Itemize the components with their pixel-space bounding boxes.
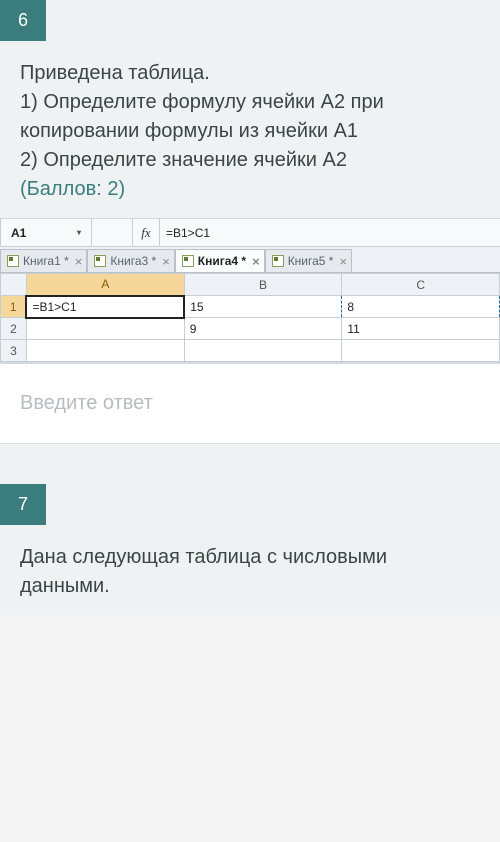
close-icon[interactable]: ×: [75, 254, 83, 269]
select-all-corner: [1, 274, 27, 296]
q6-part2: 2) Определите значение ячейки А2: [20, 146, 480, 175]
question-number-badge: 6: [0, 0, 46, 41]
workbook-tab-strip: Книга1 * × Книга3 * × Книга4 * × Книга5 …: [0, 247, 500, 273]
answer-input[interactable]: Введите ответ: [0, 363, 500, 444]
cell-b2: 9: [184, 318, 342, 340]
fx-icon: fx: [133, 225, 159, 241]
formula-bar-value: =B1>C1: [160, 226, 500, 240]
col-header-a: A: [26, 274, 184, 296]
close-icon[interactable]: ×: [252, 254, 260, 269]
q7-intro: Дана следующая таблица с числовыми данны…: [20, 543, 480, 601]
name-box: A1 ▾: [1, 226, 91, 240]
col-header-c: C: [342, 274, 500, 296]
workbook-tab-3-active[interactable]: Книга4 * ×: [175, 249, 265, 273]
chevron-down-icon: ▾: [77, 228, 81, 237]
close-icon[interactable]: ×: [339, 254, 347, 269]
points-label: (Баллов: 2): [20, 175, 480, 204]
q6-intro: Приведена таблица.: [20, 59, 480, 88]
excel-file-icon: [182, 255, 194, 267]
close-icon[interactable]: ×: [162, 254, 170, 269]
workbook-tab-4[interactable]: Книга5 * ×: [265, 249, 352, 273]
excel-file-icon: [272, 255, 284, 267]
question-7: 7 Дана следующая таблица с числовыми дан…: [0, 484, 500, 615]
cell-b1: 15: [184, 296, 342, 318]
row-header-1: 1: [1, 296, 27, 318]
excel-file-icon: [94, 255, 106, 267]
row-header-3: 3: [1, 340, 27, 362]
cell-c1: 8: [342, 296, 500, 318]
cell-a3: [26, 340, 184, 362]
formula-bar: A1 ▾ fx =B1>C1: [0, 219, 500, 247]
cell-a1: =B1>C1: [26, 296, 184, 318]
col-header-b: B: [184, 274, 342, 296]
spreadsheet-grid: A B C 1 =B1>C1 15 8 2 9 11 3: [0, 273, 500, 362]
cell-c3: [342, 340, 500, 362]
excel-file-icon: [7, 255, 19, 267]
cell-c2: 11: [342, 318, 500, 340]
question-text: Приведена таблица. 1) Определите формулу…: [0, 41, 500, 218]
spreadsheet-image: A1 ▾ fx =B1>C1 Книга1 * × Книга3 *: [0, 218, 500, 363]
question-number-badge: 7: [0, 484, 46, 525]
question-text: Дана следующая таблица с числовыми данны…: [0, 525, 500, 615]
workbook-tab-1[interactable]: Книга1 * ×: [0, 249, 87, 273]
name-box-value: A1: [11, 226, 26, 240]
row-header-2: 2: [1, 318, 27, 340]
question-6: 6 Приведена таблица. 1) Определите форму…: [0, 0, 500, 444]
q6-part1: 1) Определите формулу ячейки А2 при копи…: [20, 88, 480, 146]
cell-a2: [26, 318, 184, 340]
cell-b3: [184, 340, 342, 362]
workbook-tab-2[interactable]: Книга3 * ×: [87, 249, 174, 273]
